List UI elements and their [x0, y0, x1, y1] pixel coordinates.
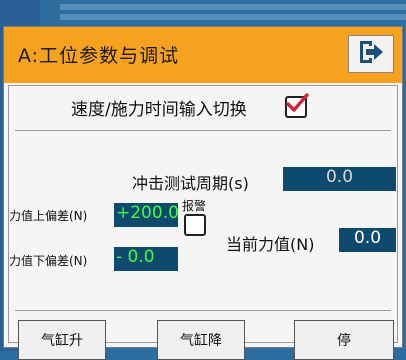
background-stripe	[60, 4, 406, 10]
content-area: 速度/施力时间输入切换 冲击测试周期(s) 0.0 力值上偏差(N) +200.…	[8, 85, 398, 360]
alarm-label: 报警	[182, 199, 207, 213]
dialog-title: A:工位参数与调试	[18, 45, 180, 67]
force-upper-label: 力值上偏差(N)	[9, 209, 88, 223]
divider	[15, 310, 391, 311]
params-dialog: A:工位参数与调试 速度/施力时间输入切换 冲击测试周期(s) 0.0 力值上偏…	[3, 26, 403, 360]
background-stripe	[60, 14, 406, 20]
force-upper-value[interactable]: +200.0	[114, 203, 179, 227]
cylinder-down-button[interactable]: 气缸降	[157, 320, 245, 360]
toggle-label: 速度/施力时间输入切换	[71, 100, 247, 120]
impact-test-label: 冲击测试周期(s)	[132, 174, 249, 193]
divider	[15, 130, 391, 131]
force-lower-value[interactable]: - 0.0	[114, 247, 178, 271]
current-force-value: 0.0	[339, 228, 396, 252]
cylinder-up-button[interactable]: 气缸升	[18, 320, 106, 360]
exit-icon	[356, 39, 386, 69]
stop-button[interactable]: 停	[294, 320, 394, 360]
current-force-label: 当前力值(N)	[226, 235, 315, 254]
impact-test-value[interactable]: 0.0	[283, 167, 396, 191]
alarm-checkbox[interactable]	[184, 214, 206, 236]
force-lower-label: 力值下偏差(N)	[9, 254, 88, 268]
title-bar: A:工位参数与调试	[4, 27, 402, 83]
toggle-checkbox[interactable]	[285, 93, 309, 118]
exit-button[interactable]	[348, 35, 394, 73]
